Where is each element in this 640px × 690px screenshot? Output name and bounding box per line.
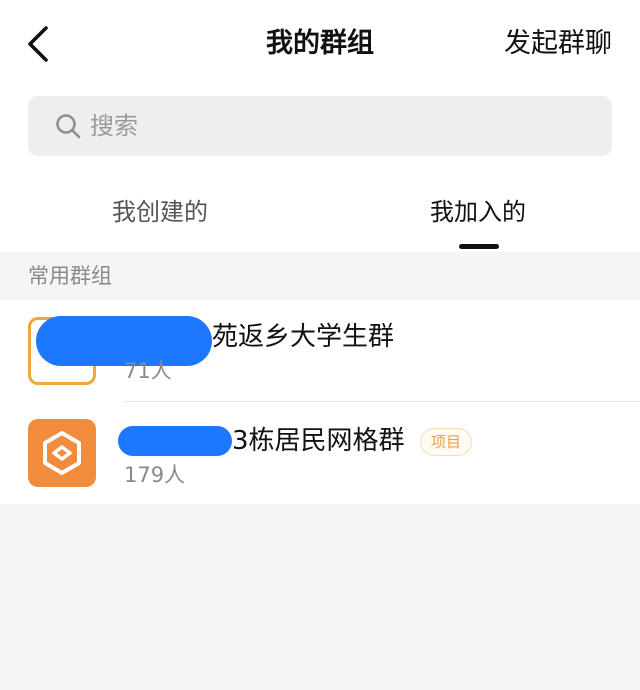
redaction-mark <box>118 426 232 456</box>
active-tab-indicator <box>459 244 499 249</box>
top-panel: 我的群组 发起群聊 我创建的 我加入的 <box>0 0 640 252</box>
group-logo-icon <box>43 431 81 475</box>
navigation-bar: 我的群组 发起群聊 <box>0 0 640 90</box>
group-avatar <box>28 419 96 487</box>
start-group-chat-button[interactable]: 发起群聊 <box>504 26 612 62</box>
tab-created[interactable]: 我创建的 <box>0 196 320 228</box>
search-bar[interactable] <box>28 96 612 156</box>
search-input[interactable] <box>86 109 594 143</box>
group-list: 苑返乡大学生群 71人 3栋居民网格群 项目 179人 <box>0 300 640 504</box>
tab-joined[interactable]: 我加入的 <box>318 196 638 228</box>
group-item[interactable]: 3栋居民网格群 项目 179人 <box>0 402 640 504</box>
section-header: 常用群组 <box>28 264 112 288</box>
group-item[interactable]: 苑返乡大学生群 71人 <box>0 300 640 402</box>
group-name: 3栋居民网格群 <box>232 426 405 456</box>
project-badge: 项目 <box>420 428 473 456</box>
member-count: 71人 <box>124 359 172 383</box>
search-icon <box>56 114 81 139</box>
member-count: 179人 <box>124 463 186 487</box>
group-name: 苑返乡大学生群 <box>212 322 395 352</box>
